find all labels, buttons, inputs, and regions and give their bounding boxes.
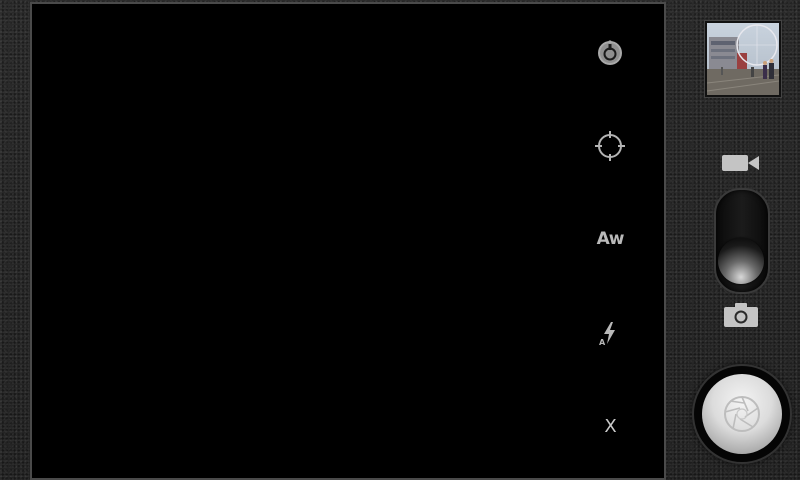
camera-icon (724, 303, 758, 327)
white-balance-button[interactable]: Aw (580, 209, 640, 269)
aperture-icon (724, 396, 760, 432)
photo-mode-indicator[interactable] (720, 300, 762, 330)
video-mode-indicator[interactable] (720, 148, 762, 178)
svg-text:A: A (599, 338, 606, 346)
close-button[interactable]: X (580, 396, 640, 456)
mode-switch-knob[interactable] (718, 238, 764, 284)
video-camera-icon (722, 155, 759, 171)
camera-viewfinder[interactable] (30, 2, 666, 480)
thumbnail-image (707, 23, 779, 95)
focus-icon (595, 131, 625, 161)
shutter-button[interactable] (702, 374, 782, 454)
settings-icon (598, 40, 622, 65)
focus-button[interactable] (580, 116, 640, 176)
mode-switch[interactable] (714, 188, 770, 294)
shutter-ring (694, 366, 790, 462)
camera-app: Aw A X (0, 0, 800, 480)
gallery-thumbnail[interactable] (704, 20, 782, 98)
flash-button[interactable]: A (580, 303, 640, 363)
flash-auto-icon: A (599, 322, 615, 346)
camera-settings-bar: Aw A X (580, 20, 640, 460)
white-balance-label: Aw (596, 229, 625, 249)
settings-button[interactable] (580, 23, 640, 83)
close-label: X (604, 415, 616, 437)
